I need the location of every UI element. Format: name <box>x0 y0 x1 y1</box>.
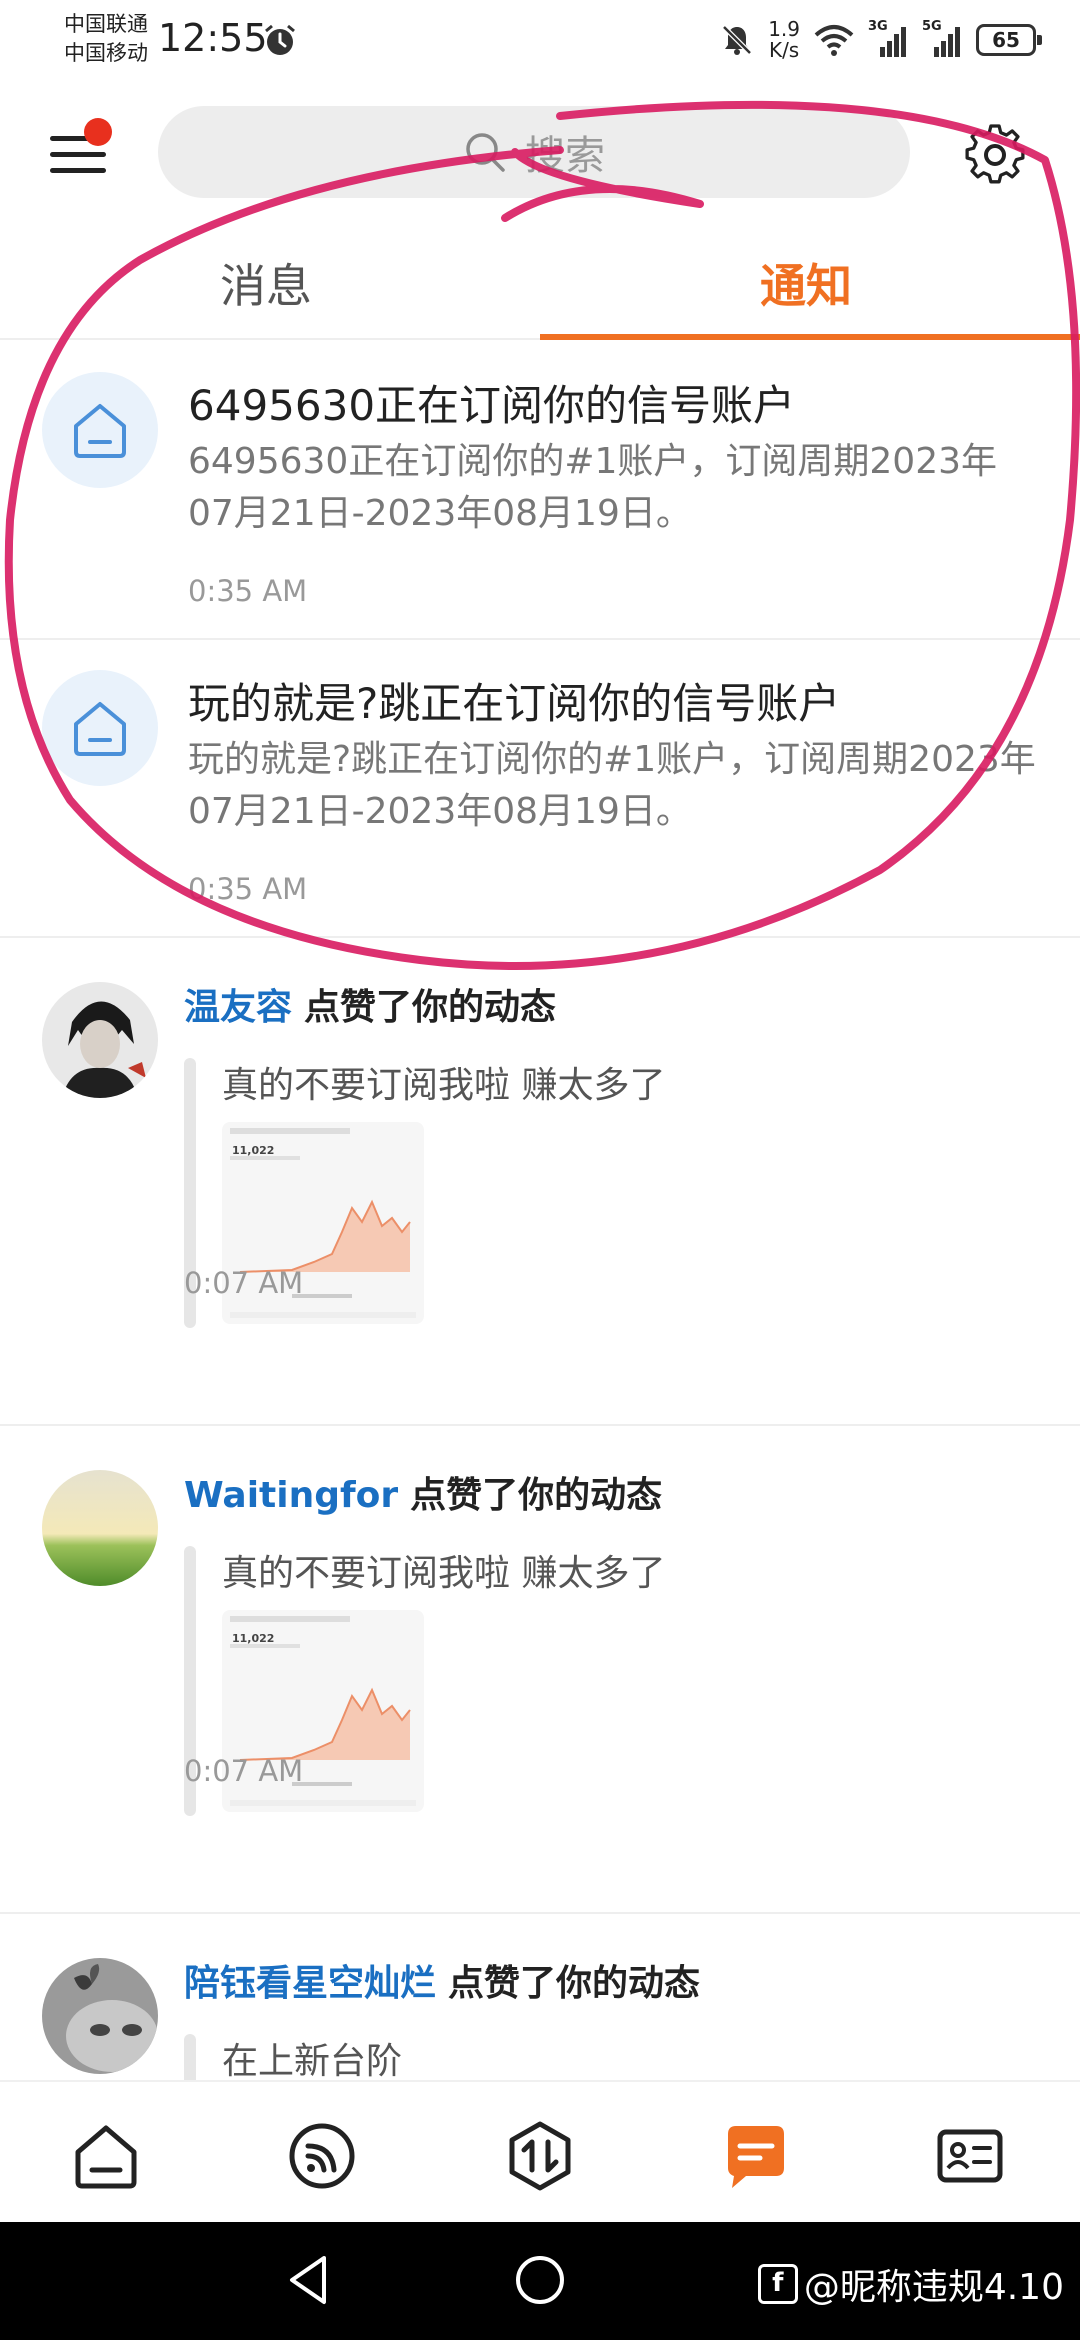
avatar[interactable] <box>42 982 158 1098</box>
net-speed-unit: K/s <box>768 38 800 62</box>
thumbnail-value: 11,022 <box>232 1632 275 1645</box>
notification-icon <box>42 372 158 488</box>
like-item[interactable]: 温友容 点赞了你的动态 真的不要订阅我啦 赚太多了 11,022 0:07 AM <box>0 940 1080 1426</box>
quoted-post-text: 真的不要订阅我啦 赚太多了 <box>222 1553 666 1594</box>
home-icon <box>75 2125 137 2189</box>
quoted-post-text: 在上新台阶 <box>222 2041 403 2082</box>
house-icon <box>74 404 126 458</box>
like-action-text: 点赞了你的动态 <box>304 987 557 1028</box>
notification-time: 0:35 AM <box>188 574 308 608</box>
like-time: 0:07 AM <box>184 1754 304 1788</box>
profile-card-icon <box>937 2129 1003 2183</box>
like-headline: 温友容 点赞了你的动态 <box>184 978 556 1030</box>
status-icons: 1.9 K/s 3G 5G 65 <box>720 16 1042 64</box>
nav-feed[interactable] <box>282 2116 362 2196</box>
like-headline: 陪钰看星空灿烂 点赞了你的动态 <box>184 1954 700 2006</box>
avatar[interactable] <box>42 1470 158 1586</box>
menu-line <box>50 168 106 173</box>
status-clock: 12:55 <box>158 16 268 60</box>
menu-badge-dot <box>84 118 112 146</box>
signal-bars-icon <box>880 27 906 57</box>
tab-messages[interactable]: 消息 <box>220 250 312 316</box>
notification-item[interactable]: 玩的就是?跳正在订阅你的信号账户 玩的就是?跳正在订阅你的#1账户，订阅周期20… <box>0 640 1080 938</box>
trade-icon <box>509 2121 571 2191</box>
notification-time: 0:35 AM <box>188 872 308 906</box>
user-avatar-image <box>42 1958 158 2074</box>
active-tab-indicator <box>540 334 1080 340</box>
like-action-text: 点赞了你的动态 <box>448 1963 701 2004</box>
net-speed: 1.9 K/s <box>768 19 800 61</box>
bottom-nav <box>0 2080 1080 2222</box>
carrier-2: 中国移动 <box>64 41 148 65</box>
user-avatar-image <box>42 1470 158 1586</box>
net-speed-value: 1.9 <box>768 17 800 41</box>
avatar[interactable] <box>42 1958 158 2074</box>
tab-notifications[interactable]: 通知 <box>760 250 852 316</box>
status-bar: 中国联通 中国移动 12:55 1.9 K/s 3G 5G 65 <box>0 0 1080 80</box>
like-username[interactable]: Waitingfor <box>184 1475 398 1516</box>
carrier-info: 中国联通 中国移动 <box>64 10 148 68</box>
signal-bars-icon <box>934 27 960 57</box>
notification-item[interactable]: 6495630正在订阅你的信号账户 6495630正在订阅你的#1账户，订阅周期… <box>0 342 1080 640</box>
carrier-1: 中国联通 <box>64 12 148 36</box>
nav-profile[interactable] <box>930 2116 1010 2196</box>
nav-messages[interactable] <box>716 2116 796 2196</box>
alarm-icon <box>265 24 295 55</box>
nav-trade[interactable] <box>500 2116 580 2196</box>
notification-body: 6495630正在订阅你的#1账户，订阅周期2023年07月21日-2023年0… <box>188 441 998 534</box>
search-placeholder: 搜索 <box>525 133 605 179</box>
notification-icon <box>42 670 158 786</box>
thumbnail-value: 11,022 <box>232 1144 275 1157</box>
back-icon[interactable] <box>280 2250 340 2310</box>
tab-bar: 消息 通知 <box>0 240 1080 340</box>
notification-title: 6495630正在订阅你的信号账户 <box>188 381 796 430</box>
like-username[interactable]: 温友容 <box>184 987 292 1028</box>
notification-title: 玩的就是?跳正在订阅你的信号账户 <box>188 679 841 728</box>
system-nav-bar: f @昵称违规4.10 <box>0 2222 1080 2340</box>
watermark-text: @昵称违规4.10 <box>803 2267 1064 2308</box>
search-icon <box>466 133 505 172</box>
notification-body: 玩的就是?跳正在订阅你的#1账户，订阅周期2023年07月21日-2023年08… <box>188 739 1036 832</box>
like-item[interactable]: Waitingfor 点赞了你的动态 真的不要订阅我啦 赚太多了 11,022 0… <box>0 1428 1080 1914</box>
settings-gear-icon[interactable] <box>960 120 1030 190</box>
like-headline: Waitingfor 点赞了你的动态 <box>184 1466 662 1518</box>
battery-indicator: 65 <box>976 24 1042 56</box>
menu-line <box>50 152 106 157</box>
app-header: 搜索 <box>0 100 1080 210</box>
wifi-icon <box>814 25 854 56</box>
signal-2: 5G <box>922 19 962 57</box>
user-avatar-image <box>42 982 158 1098</box>
quoted-post-text: 真的不要订阅我啦 赚太多了 <box>222 1065 666 1106</box>
like-action-text: 点赞了你的动态 <box>410 1475 663 1516</box>
feed-icon <box>289 2123 355 2189</box>
watermark: f @昵称违规4.10 <box>757 2258 1064 2310</box>
nav-home[interactable] <box>66 2116 146 2196</box>
like-username[interactable]: 陪钰看星空灿烂 <box>184 1963 436 2004</box>
watermark-logo-icon: f <box>757 2264 798 2304</box>
like-time: 0:07 AM <box>184 1266 304 1300</box>
message-icon <box>728 2126 784 2188</box>
bell-off-icon <box>722 25 752 55</box>
signal-1: 3G <box>868 19 908 57</box>
search-input[interactable]: 搜索 <box>158 106 910 198</box>
home-circle-icon[interactable] <box>510 2250 570 2310</box>
house-icon <box>74 702 126 756</box>
